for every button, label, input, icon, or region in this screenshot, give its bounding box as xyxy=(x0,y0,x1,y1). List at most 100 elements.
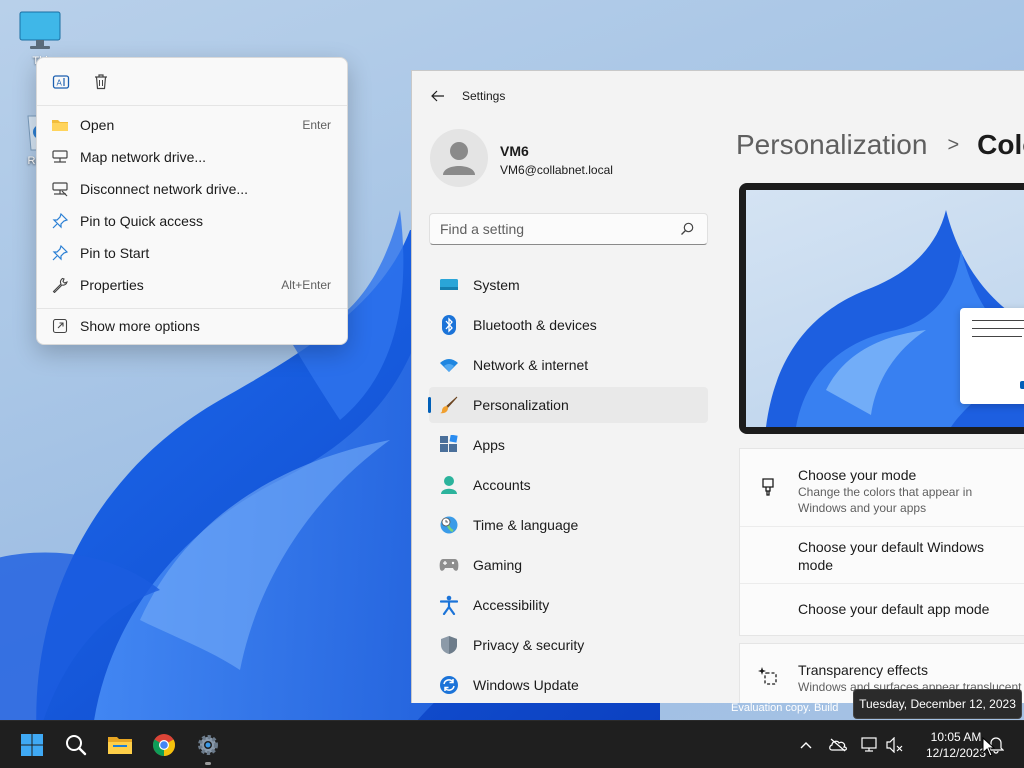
map-network-drive-icon xyxy=(52,150,68,163)
nav-item-bluetooth[interactable]: Bluetooth & devices xyxy=(429,307,708,343)
menu-item-properties[interactable]: Properties Alt+Enter xyxy=(37,269,347,301)
chrome-icon xyxy=(153,734,175,756)
delete-icon xyxy=(95,74,107,90)
settings-search-box[interactable] xyxy=(429,213,708,245)
breadcrumb: Personalization > Colo xyxy=(736,129,1024,161)
folder-icon xyxy=(52,120,68,131)
accessibility-icon xyxy=(440,595,458,615)
accounts-icon xyxy=(441,476,457,494)
settings-taskbar-button[interactable] xyxy=(192,729,224,765)
nav-item-label: Personalization xyxy=(473,397,569,413)
start-button[interactable] xyxy=(16,729,48,761)
row-title: Transparency effects xyxy=(798,662,928,678)
nav-item-windows-update[interactable]: Windows Update xyxy=(429,667,708,703)
settings-window: Settings VM6 VM6@collabnet.local System … xyxy=(411,70,1024,703)
nav-item-apps[interactable]: Apps xyxy=(429,427,708,463)
menu-item-pin-start[interactable]: Pin to Start xyxy=(37,237,347,269)
nav-item-network[interactable]: Network & internet xyxy=(429,347,708,383)
user-name: VM6 xyxy=(500,143,529,159)
choose-mode-row[interactable]: Choose your mode Change the colors that … xyxy=(740,449,1024,527)
nav-item-label: Windows Update xyxy=(473,677,579,693)
nav-item-label: Bluetooth & devices xyxy=(473,317,597,333)
row-title: Choose your mode xyxy=(798,467,917,483)
mouse-cursor-icon xyxy=(982,737,996,757)
settings-titlebar: Settings xyxy=(412,71,1024,121)
menu-item-shortcut: Alt+Enter xyxy=(281,278,331,292)
preview-wallpaper xyxy=(746,190,1024,427)
nav-item-accessibility[interactable]: Accessibility xyxy=(429,587,708,623)
file-explorer-button[interactable] xyxy=(104,729,136,761)
chevron-up-icon xyxy=(800,742,812,749)
nav-item-label: Privacy & security xyxy=(473,637,585,653)
onedrive-offline-icon xyxy=(829,738,847,752)
context-menu-actions: A xyxy=(37,58,347,106)
menu-item-label: Map network drive... xyxy=(80,149,207,165)
disconnect-network-drive-icon xyxy=(52,182,68,197)
running-indicator xyxy=(205,762,211,765)
nav-item-label: Accessibility xyxy=(473,597,550,613)
active-indicator xyxy=(428,397,431,413)
nav-item-privacy[interactable]: Privacy & security xyxy=(429,627,708,663)
menu-item-show-more-options[interactable]: Show more options xyxy=(37,310,347,342)
menu-item-pin-quick-access[interactable]: Pin to Quick access xyxy=(37,205,347,237)
default-windows-mode-row[interactable]: Choose your default Windows mode xyxy=(740,527,1024,584)
volume-tray-button[interactable] xyxy=(885,735,905,755)
menu-item-label: Open xyxy=(80,117,115,133)
monitor-icon xyxy=(19,11,61,49)
update-icon xyxy=(440,676,458,694)
svg-text:A: A xyxy=(57,78,63,87)
apps-icon xyxy=(440,435,458,452)
user-email: VM6@collabnet.local xyxy=(500,163,613,177)
pin-icon xyxy=(52,245,68,261)
page-title: Colo xyxy=(977,129,1024,160)
nav-item-label: Apps xyxy=(473,437,505,453)
back-arrow-icon xyxy=(431,90,444,102)
menu-item-label: Pin to Start xyxy=(80,245,150,261)
network-tray-button[interactable] xyxy=(859,735,879,755)
row-title: Choose your default app mode xyxy=(798,601,990,617)
settings-gear-icon xyxy=(198,735,218,755)
back-button[interactable] xyxy=(428,86,448,106)
nav-item-label: Accounts xyxy=(473,477,531,493)
avatar[interactable] xyxy=(430,129,488,187)
nav-item-system[interactable]: System xyxy=(429,267,708,303)
date-tooltip: Tuesday, December 12, 2023 xyxy=(853,689,1022,719)
menu-separator xyxy=(37,308,347,309)
search-icon xyxy=(681,222,694,235)
speaker-muted-icon xyxy=(886,737,903,753)
file-explorer-icon xyxy=(108,737,132,754)
network-icon xyxy=(861,737,877,752)
menu-item-label: Properties xyxy=(80,277,144,293)
breadcrumb-parent[interactable]: Personalization xyxy=(736,129,927,161)
taskbar-search-button[interactable] xyxy=(60,729,92,761)
rename-button[interactable]: A xyxy=(51,72,71,92)
taskbar: 10:05 AM 12/12/2023 xyxy=(0,720,1024,768)
wifi-icon xyxy=(440,359,458,372)
menu-item-disconnect-network-drive[interactable]: Disconnect network drive... xyxy=(37,173,347,205)
nav-item-personalization[interactable]: Personalization xyxy=(428,387,708,423)
evaluation-watermark: Evaluation copy. Build xyxy=(731,702,839,714)
mode-settings-card: Choose your mode Change the colors that … xyxy=(739,448,1024,636)
nav-item-label: Network & internet xyxy=(473,357,589,373)
onedrive-tray-button[interactable] xyxy=(828,735,848,755)
theme-preview xyxy=(739,183,1024,434)
menu-item-label: Show more options xyxy=(80,318,200,334)
menu-item-label: Disconnect network drive... xyxy=(80,181,249,197)
transparency-sparkle-icon xyxy=(758,667,777,685)
more-options-icon xyxy=(52,318,68,334)
menu-item-map-network-drive[interactable]: Map network drive... xyxy=(37,141,347,173)
default-app-mode-row[interactable]: Choose your default app mode xyxy=(740,584,1024,635)
nav-item-accounts[interactable]: Accounts xyxy=(429,467,708,503)
rename-icon: A xyxy=(52,74,70,89)
preview-window xyxy=(960,308,1024,404)
nav-item-gaming[interactable]: Gaming xyxy=(429,547,708,583)
system-icon xyxy=(440,279,458,290)
brush-icon xyxy=(440,396,458,414)
search-input[interactable] xyxy=(440,221,679,237)
delete-button[interactable] xyxy=(91,72,111,92)
chrome-button[interactable] xyxy=(148,729,180,761)
show-hidden-icons-button[interactable] xyxy=(796,735,816,755)
windows-start-icon xyxy=(21,734,43,756)
nav-item-time-language[interactable]: Time & language xyxy=(429,507,708,543)
menu-item-open[interactable]: Open Enter xyxy=(37,109,347,141)
